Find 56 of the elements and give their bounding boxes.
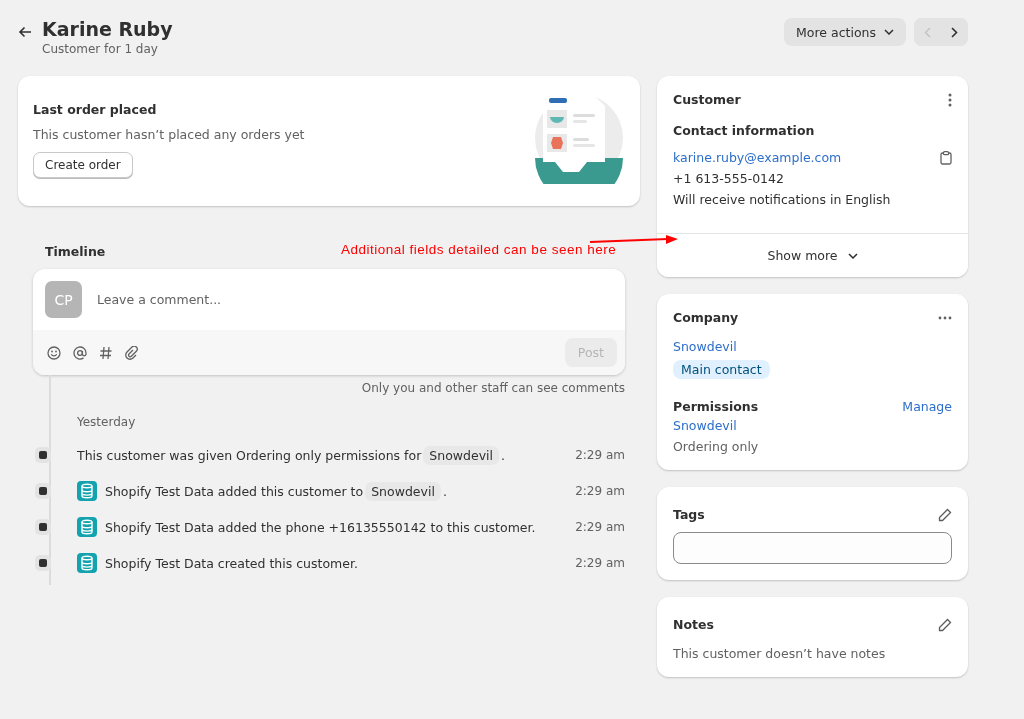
phone-number: +1 613-555-0142 <box>673 171 785 186</box>
event-time: 2:29 am <box>575 484 625 498</box>
company-tag[interactable]: Snowdevil <box>423 445 499 465</box>
event-text: Shopify Test Data added this customer to <box>105 483 364 499</box>
more-vertical-icon[interactable] <box>948 92 952 107</box>
event-text: This customer was given Ordering only permissions for <box>77 447 422 463</box>
event-text: Shopify Test Data created this customer. <box>105 555 358 571</box>
event-time: 2:29 am <box>575 556 625 570</box>
chevron-right-icon[interactable] <box>951 26 958 38</box>
manage-link[interactable]: Manage <box>902 399 952 414</box>
annotation-text: Additional fields detailed can be seen here <box>341 242 617 257</box>
event-text: Shopify Test Data added the phone +16135550142 to this customer. <box>105 519 536 535</box>
language-text: Will receive notifications in English <box>673 192 892 207</box>
more-horizontal-icon[interactable] <box>938 315 952 320</box>
create-order-button[interactable]: Create order <box>33 152 133 178</box>
event-time: 2:29 am <box>575 448 625 462</box>
section-title: Contact information <box>673 123 816 138</box>
section-title: Permissions <box>673 399 759 414</box>
page-subtitle: Customer for 1 day <box>42 42 159 56</box>
event-text: . <box>442 483 447 499</box>
chevron-down-icon <box>847 252 858 259</box>
empty-orders-text: This customer hasn’t placed any orders yet <box>33 127 305 142</box>
date-label: Yesterday <box>77 415 137 429</box>
page-title: Karine Ruby <box>42 18 173 40</box>
card-title: Tags <box>673 507 705 522</box>
attachment-icon[interactable] <box>125 345 139 360</box>
card-title: Last order placed <box>33 102 158 117</box>
permission-level: Ordering only <box>673 439 760 454</box>
company-link[interactable]: Snowdevil <box>673 339 952 354</box>
pencil-icon[interactable] <box>938 617 952 632</box>
email-link[interactable]: karine.ruby@example.com <box>673 150 842 165</box>
card-title: Customer <box>673 92 741 107</box>
app-icon <box>77 553 97 573</box>
back-arrow-icon[interactable] <box>18 26 32 38</box>
app-icon <box>77 481 97 501</box>
pencil-icon[interactable] <box>938 507 952 522</box>
app-icon <box>77 517 97 537</box>
tags-input[interactable] <box>673 532 952 564</box>
mention-icon[interactable] <box>73 345 87 360</box>
more-actions-button[interactable]: More actions <box>784 18 906 46</box>
card-title: Company <box>673 310 739 325</box>
main-contact-badge: Main contact <box>673 360 770 379</box>
hashtag-icon[interactable] <box>99 345 113 360</box>
comment-visibility-note: Only you and other staff can see comments <box>360 381 625 395</box>
event-time: 2:29 am <box>575 520 625 534</box>
avatar: CP <box>45 281 82 318</box>
timeline-title: Timeline <box>45 244 106 259</box>
company-link[interactable]: Snowdevil <box>673 418 952 433</box>
emoji-icon[interactable] <box>47 345 61 360</box>
event-text: . <box>501 447 505 463</box>
notes-text: This customer doesn’t have notes <box>673 646 887 661</box>
show-more-button[interactable]: Show more <box>657 233 968 277</box>
card-title: Notes <box>673 617 714 632</box>
company-tag[interactable]: Snowdevil <box>365 481 441 501</box>
chevron-down-icon <box>884 29 894 35</box>
clipboard-icon[interactable] <box>940 150 952 165</box>
